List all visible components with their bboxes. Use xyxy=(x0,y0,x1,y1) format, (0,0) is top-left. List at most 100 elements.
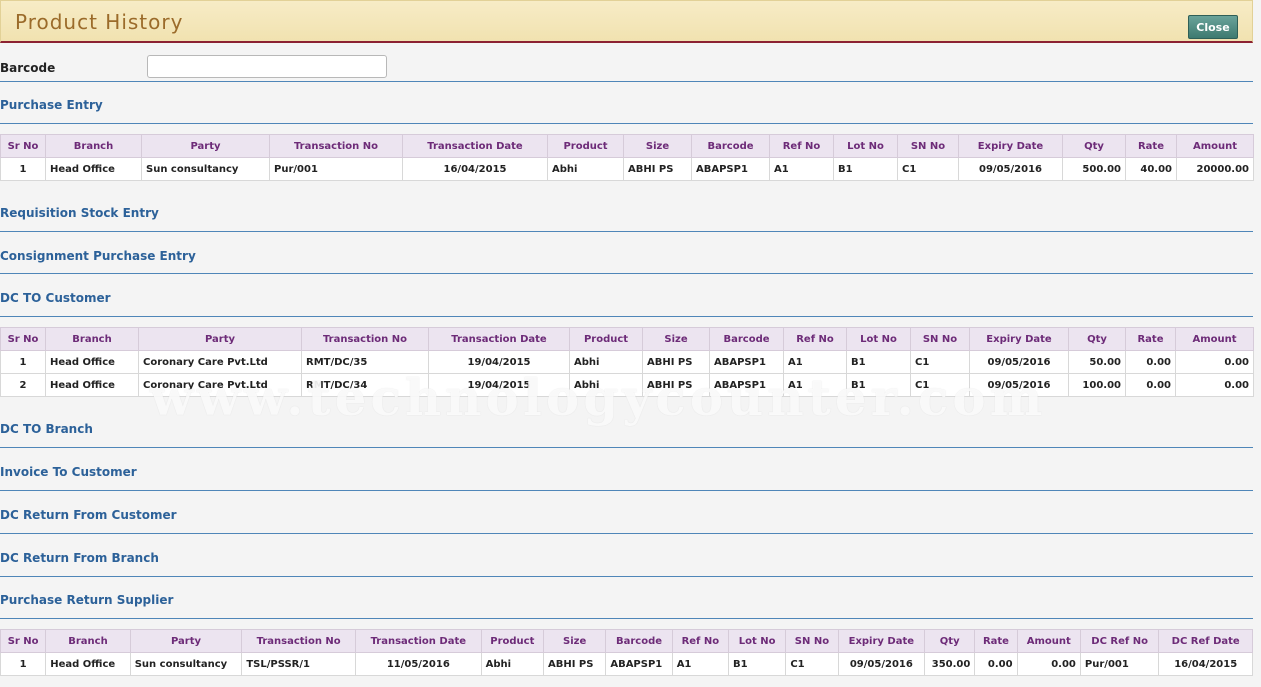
cell-qty: 50.00 xyxy=(1068,350,1126,374)
cell-amount: 20000.00 xyxy=(1176,157,1254,181)
col-rate: Rate xyxy=(1125,327,1176,351)
col-ref-no: Ref No xyxy=(671,629,730,653)
col-amount: Amount xyxy=(1016,629,1081,653)
cell-amount: 0.00 xyxy=(1016,652,1081,676)
section-title: Invoice To Customer xyxy=(0,465,137,479)
cell-dc-ref-date: 16/04/2015 xyxy=(1158,652,1253,676)
col-barcode: Barcode xyxy=(709,327,784,351)
dc-to-customer-table: Sr No Branch Party Transaction No Transa… xyxy=(0,327,1254,397)
cell-branch: Head Office xyxy=(45,373,139,397)
col-transaction-date: Transaction Date xyxy=(402,134,548,158)
cell-rate: 0.00 xyxy=(1125,350,1176,374)
cell-ref-no: A1 xyxy=(671,652,730,676)
cell-lot-no: B1 xyxy=(846,373,911,397)
col-amount: Amount xyxy=(1176,134,1254,158)
col-lot-no: Lot No xyxy=(846,327,911,351)
cell-transaction-date: 16/04/2015 xyxy=(402,157,548,181)
section-title: Purchase Return Supplier xyxy=(0,593,174,607)
cell-transaction-date: 19/04/2015 xyxy=(428,350,570,374)
col-sn-no: SN No xyxy=(897,134,959,158)
col-sn-no: SN No xyxy=(910,327,970,351)
col-barcode: Barcode xyxy=(605,629,673,653)
cell-sn-no: C1 xyxy=(785,652,839,676)
barcode-input[interactable] xyxy=(147,55,387,78)
section-purchase-entry: Purchase Entry xyxy=(0,98,1253,124)
cell-qty: 100.00 xyxy=(1068,373,1126,397)
col-barcode: Barcode xyxy=(691,134,770,158)
cell-party: Sun consultancy xyxy=(141,157,270,181)
cell-size: ABHI PS xyxy=(623,157,692,181)
col-sr-no: Sr No xyxy=(0,629,47,653)
col-product: Product xyxy=(480,629,544,653)
table-row: 1 Head Office Sun consultancy Pur/001 16… xyxy=(0,157,1254,181)
cell-sn-no: C1 xyxy=(910,350,970,374)
cell-transaction-no: RMT/DC/35 xyxy=(301,350,429,374)
section-dc-return-from-customer: DC Return From Customer xyxy=(0,508,1253,534)
col-dc-ref-no: DC Ref No xyxy=(1079,629,1160,653)
cell-transaction-date: 11/05/2016 xyxy=(354,652,482,676)
cell-branch: Head Office xyxy=(45,652,131,676)
col-size: Size xyxy=(642,327,710,351)
cell-product: Abhi xyxy=(480,652,544,676)
col-ref-no: Ref No xyxy=(783,327,847,351)
purchase-return-table: Sr No Branch Party Transaction No Transa… xyxy=(0,629,1253,676)
col-party: Party xyxy=(141,134,270,158)
cell-expiry-date: 09/05/2016 xyxy=(958,157,1063,181)
cell-sn-no: C1 xyxy=(910,373,970,397)
page-title: Product History xyxy=(15,10,184,34)
col-transaction-date: Transaction Date xyxy=(428,327,570,351)
cell-sr-no: 1 xyxy=(0,652,47,676)
cell-party: Sun consultancy xyxy=(129,652,243,676)
section-title: Requisition Stock Entry xyxy=(0,206,159,220)
section-title: Consignment Purchase Entry xyxy=(0,249,196,263)
cell-rate: 0.00 xyxy=(974,652,1018,676)
col-qty: Qty xyxy=(1068,327,1126,351)
table-header-row: Sr No Branch Party Transaction No Transa… xyxy=(0,134,1254,158)
col-party: Party xyxy=(138,327,302,351)
section-invoice-to-customer: Invoice To Customer xyxy=(0,465,1253,491)
section-purchase-return-supplier: Purchase Return Supplier xyxy=(0,593,1253,619)
cell-barcode: ABAPSP1 xyxy=(605,652,673,676)
cell-transaction-no: RMT/DC/34 xyxy=(301,373,429,397)
cell-size: ABHI PS xyxy=(642,373,710,397)
col-amount: Amount xyxy=(1175,327,1254,351)
cell-rate: 40.00 xyxy=(1125,157,1177,181)
cell-size: ABHI PS xyxy=(642,350,710,374)
col-size: Size xyxy=(542,629,607,653)
cell-lot-no: B1 xyxy=(727,652,787,676)
cell-transaction-date: 19/04/2015 xyxy=(428,373,570,397)
col-transaction-no: Transaction No xyxy=(241,629,356,653)
section-dc-to-customer: DC TO Customer xyxy=(0,291,1253,317)
col-sr-no: Sr No xyxy=(0,327,46,351)
col-product: Product xyxy=(547,134,624,158)
col-size: Size xyxy=(623,134,692,158)
col-expiry-date: Expiry Date xyxy=(969,327,1069,351)
cell-ref-no: A1 xyxy=(769,157,834,181)
col-branch: Branch xyxy=(45,629,131,653)
cell-dc-ref-no: Pur/001 xyxy=(1079,652,1160,676)
cell-lot-no: B1 xyxy=(833,157,898,181)
cell-expiry-date: 09/05/2016 xyxy=(837,652,926,676)
section-title: DC Return From Customer xyxy=(0,508,177,522)
col-transaction-no: Transaction No xyxy=(269,134,403,158)
cell-product: Abhi xyxy=(547,157,624,181)
col-rate: Rate xyxy=(1125,134,1177,158)
cell-amount: 0.00 xyxy=(1175,373,1254,397)
col-ref-no: Ref No xyxy=(769,134,834,158)
col-lot-no: Lot No xyxy=(833,134,898,158)
barcode-label: Barcode xyxy=(0,61,56,75)
col-lot-no: Lot No xyxy=(727,629,787,653)
section-consignment-purchase-entry: Consignment Purchase Entry xyxy=(0,249,1253,274)
cell-barcode: ABAPSP1 xyxy=(709,350,784,374)
section-title: DC TO Customer xyxy=(0,291,111,305)
cell-qty: 350.00 xyxy=(924,652,976,676)
col-product: Product xyxy=(569,327,643,351)
col-qty: Qty xyxy=(924,629,976,653)
close-button[interactable]: Close xyxy=(1188,15,1238,39)
col-qty: Qty xyxy=(1062,134,1126,158)
barcode-divider xyxy=(0,80,1253,82)
cell-amount: 0.00 xyxy=(1175,350,1254,374)
section-title: DC TO Branch xyxy=(0,422,93,436)
cell-party: Coronary Care Pvt.Ltd xyxy=(138,350,302,374)
title-bar: Product History Close xyxy=(0,0,1253,43)
